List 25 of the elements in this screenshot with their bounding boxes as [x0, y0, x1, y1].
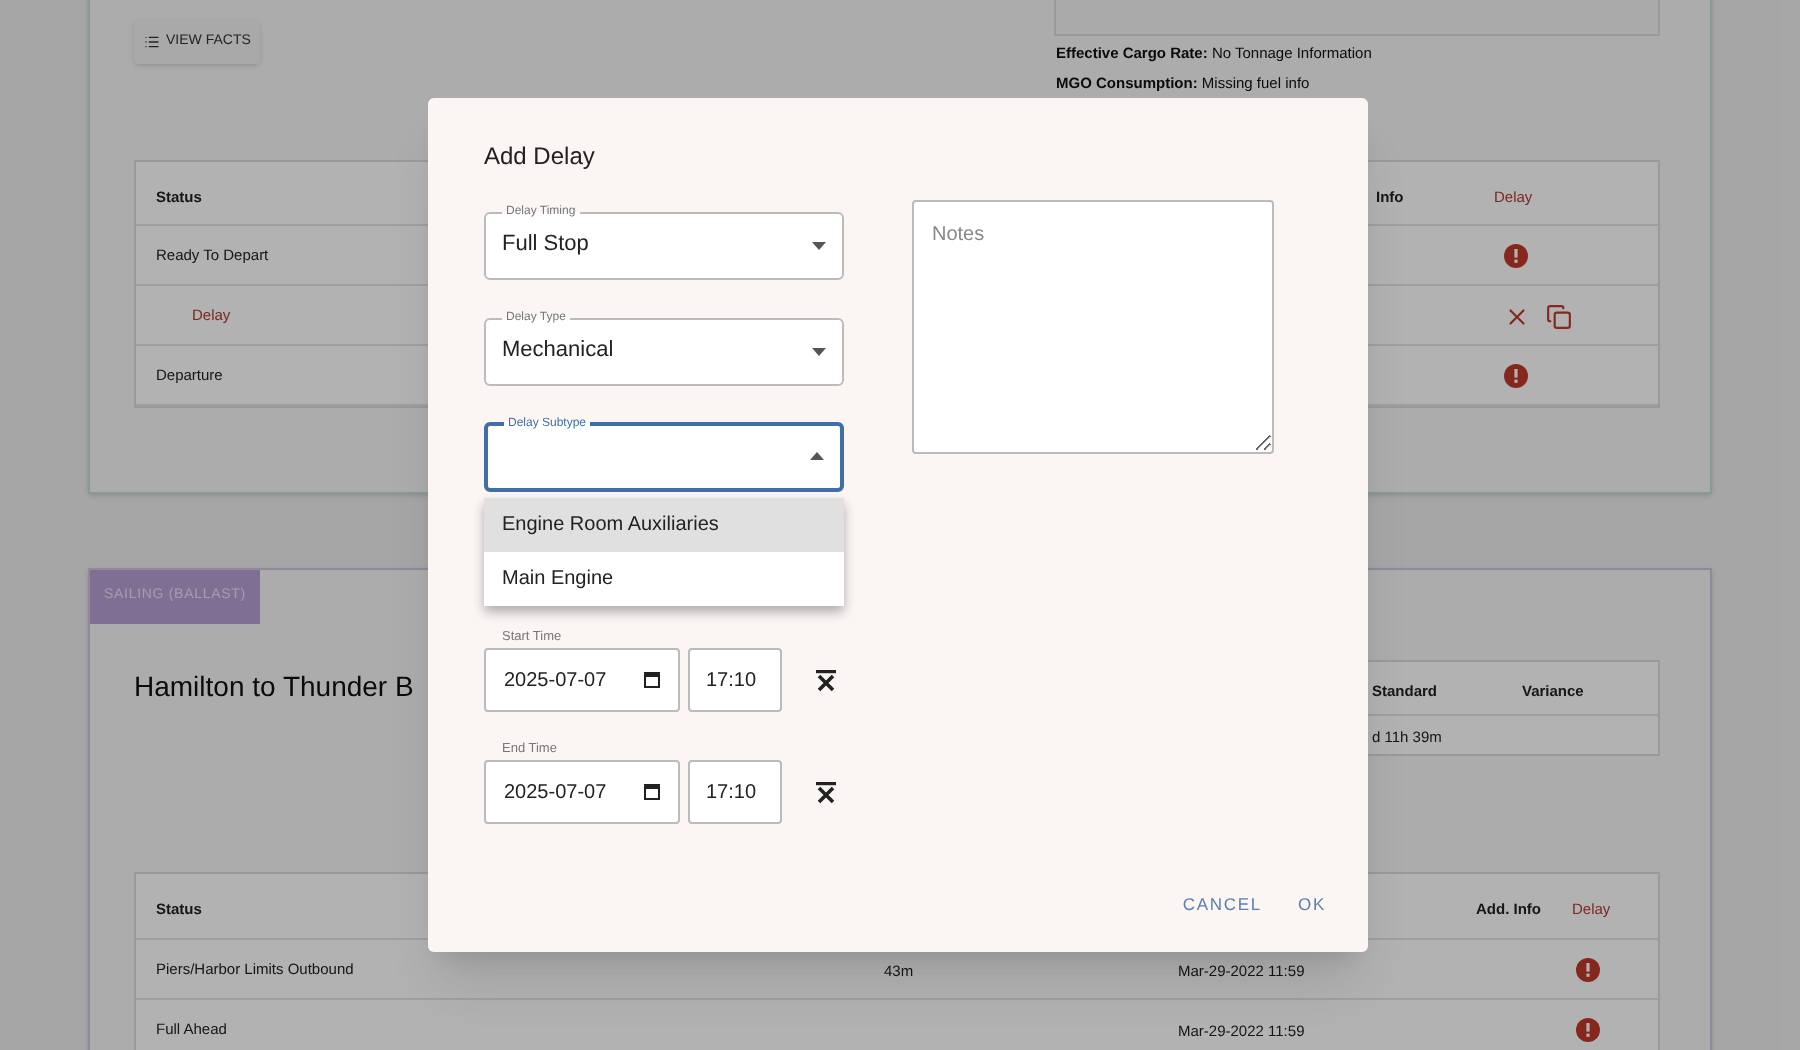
menu-option[interactable]: Engine Room Auxiliaries [484, 498, 844, 552]
notes-field[interactable]: Notes [912, 200, 1274, 454]
dialog-title: Add Delay [484, 140, 597, 170]
dialog-button[interactable]: OK [1286, 884, 1338, 924]
date-field[interactable]: 2025-07-07 [484, 648, 680, 712]
clear-icon[interactable] [814, 668, 838, 692]
caret-icon [812, 241, 826, 249]
calendar-icon[interactable] [644, 672, 660, 688]
caret-icon [812, 347, 826, 355]
time-field[interactable]: 17:10 [688, 648, 782, 712]
date-field[interactable]: 2025-07-07 [484, 760, 680, 824]
alert-icon [1576, 1018, 1600, 1042]
copy-icon[interactable] [1546, 304, 1572, 330]
menu-option[interactable]: Main Engine [484, 552, 844, 606]
calendar-icon[interactable] [644, 784, 660, 800]
clear-icon[interactable] [814, 780, 838, 804]
time-field[interactable]: 17:10 [688, 760, 782, 824]
leg-title: Hamilton to Thunder B [134, 668, 414, 706]
alert-icon [1504, 364, 1528, 388]
alert-icon [1576, 958, 1600, 982]
caret-icon [810, 452, 824, 460]
list-icon [144, 34, 160, 50]
close-icon[interactable] [1504, 304, 1530, 330]
dialog-button[interactable]: CANCEL [1170, 884, 1275, 924]
alert-icon [1504, 244, 1528, 268]
